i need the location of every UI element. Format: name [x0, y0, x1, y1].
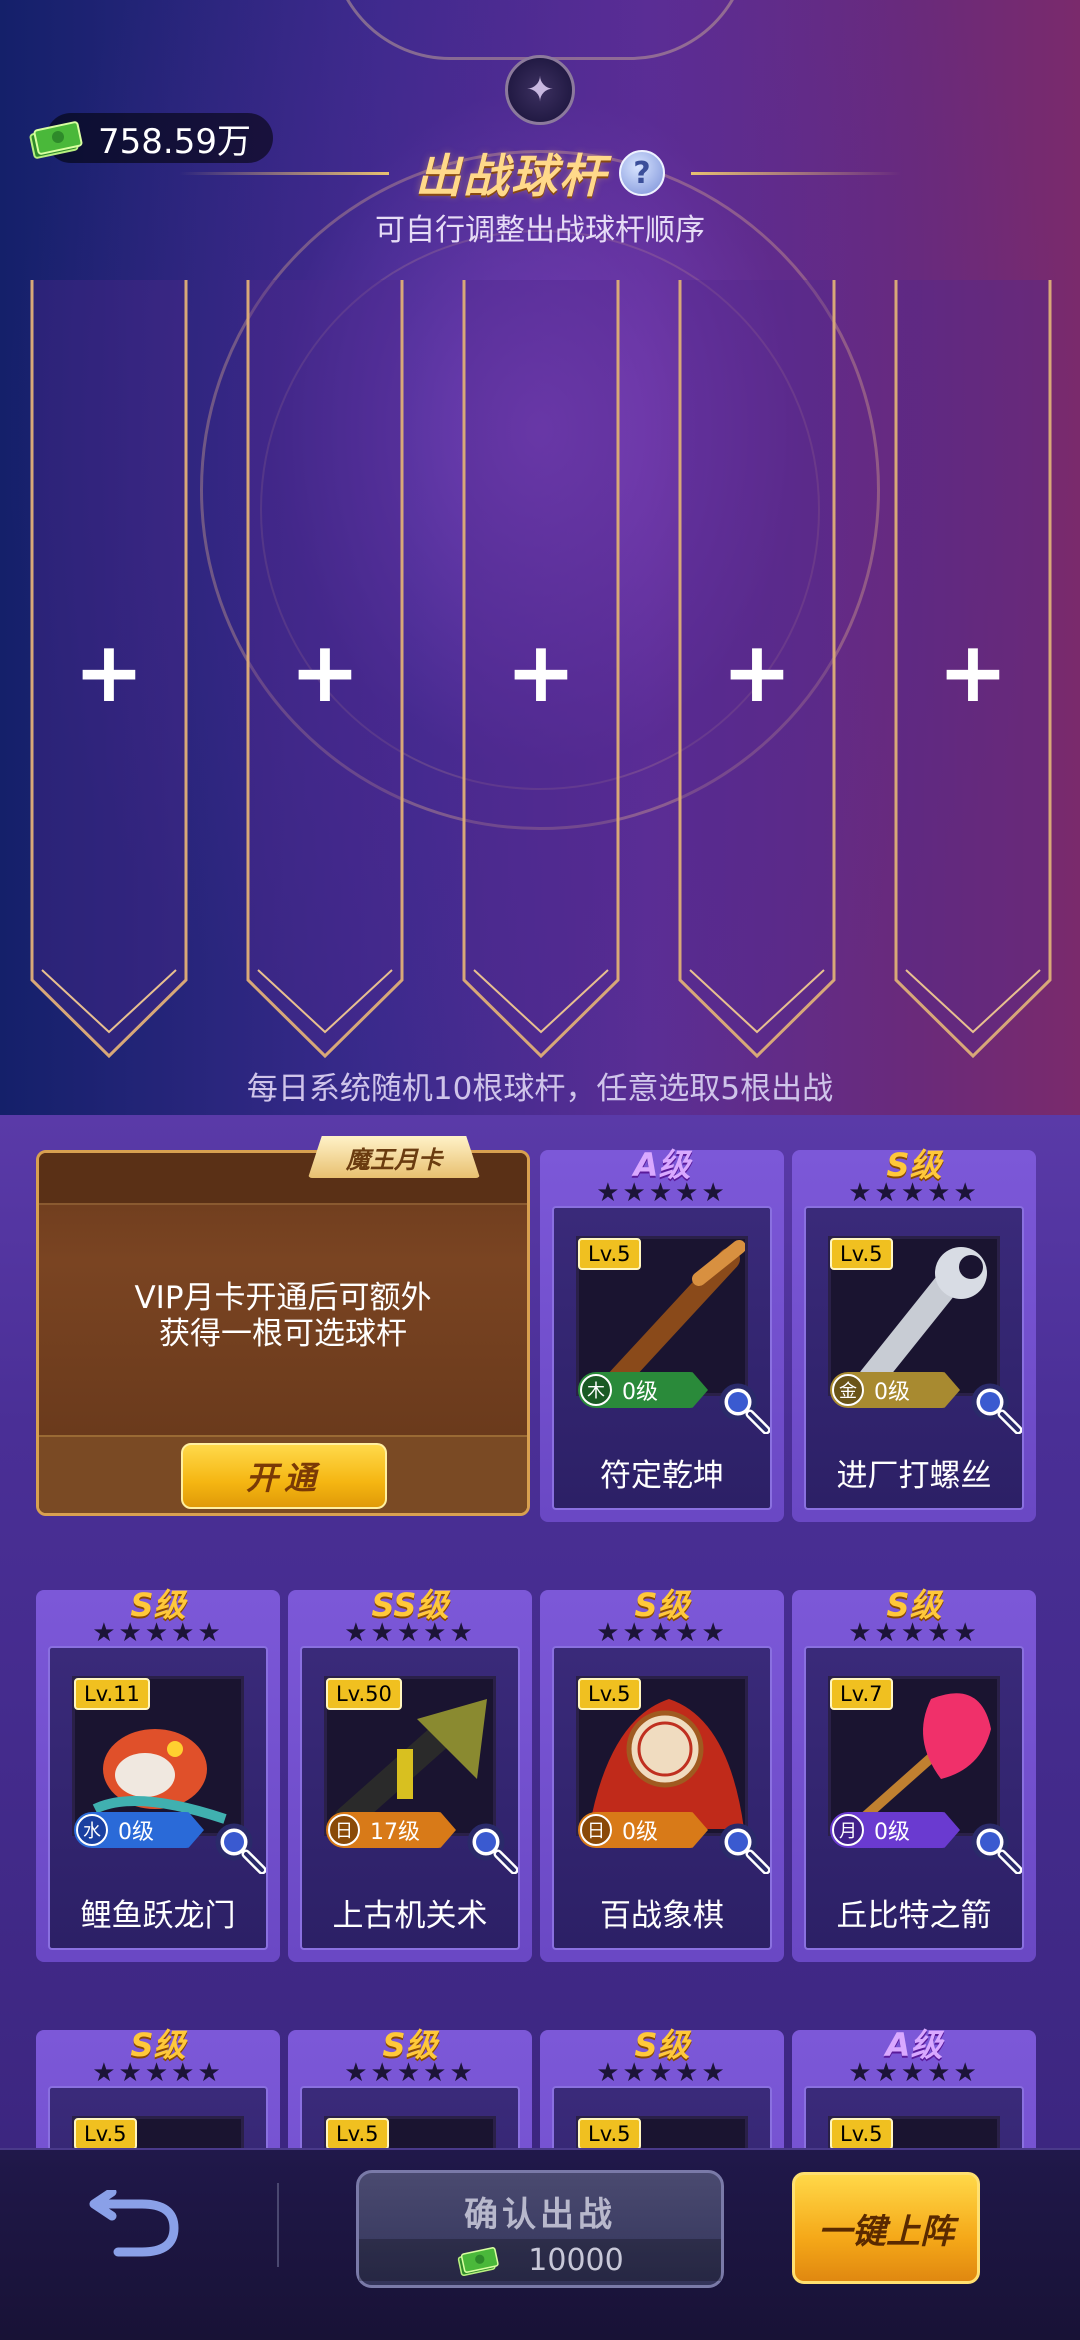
card-stars: ★★★★★: [92, 1618, 224, 1648]
card-stars: ★★★★★: [92, 2058, 224, 2088]
vip-description-line2: 获得一根可选球杆: [159, 1316, 407, 1352]
card-lv-badge: Lv.11: [74, 1678, 150, 1710]
page-title: 出战球杆: [415, 149, 607, 203]
magnify-icon[interactable]: [716, 1820, 770, 1874]
card-lv-badge: Lv.5: [74, 2118, 137, 2150]
star-emblem-icon: ✦: [505, 55, 575, 125]
cue-card[interactable]: S级 ★★★★★ Lv.11 水 0级 鲤鱼跃龙门: [36, 1586, 280, 1962]
card-lv-badge: Lv.5: [578, 1238, 641, 1270]
wood-element-icon: 木: [580, 1374, 612, 1406]
card-stars: ★★★★★: [848, 2058, 980, 2088]
cue-card[interactable]: S级 ★★★★★ Lv.5 日 0级 百战象棋: [540, 1586, 784, 1962]
cue-slot-4[interactable]: +: [676, 280, 838, 1060]
auto-deploy-button[interactable]: 一键上阵: [792, 2172, 980, 2284]
card-level-pill: 月 0级: [830, 1812, 960, 1848]
magnify-icon[interactable]: [716, 1380, 770, 1434]
card-name: 丘比特之箭: [836, 1898, 992, 1934]
card-name: 符定乾坤: [600, 1458, 724, 1494]
cue-slot-2[interactable]: +: [244, 280, 406, 1060]
help-button[interactable]: ?: [619, 150, 665, 196]
confirm-deploy-button[interactable]: 确认出战 10000: [356, 2170, 724, 2288]
card-stars: ★★★★★: [344, 2058, 476, 2088]
title-divider-right: [691, 171, 901, 175]
page-subtitle: 可自行调整出战球杆顺序: [375, 213, 705, 248]
card-lv-badge: Lv.7: [830, 1678, 893, 1710]
sun-element-icon: 日: [580, 1814, 612, 1846]
metal-element-icon: 金: [832, 1374, 864, 1406]
card-name: 进厂打螺丝: [836, 1458, 992, 1494]
magnify-icon[interactable]: [968, 1820, 1022, 1874]
card-level-pill: 水 0级: [74, 1812, 204, 1848]
card-level-pill: 木 0级: [578, 1372, 708, 1408]
selection-hint: 每日系统随机10根球杆，任意选取5根出战: [246, 1071, 834, 1107]
cue-card[interactable]: S级 ★★★★★ Lv.7 月 0级 丘比特之箭: [792, 1586, 1036, 1962]
back-arrow-icon[interactable]: [88, 2190, 184, 2260]
card-lv-badge: Lv.5: [830, 2118, 893, 2150]
sun-element-icon: 日: [328, 1814, 360, 1846]
card-lv-badge: Lv.5: [578, 2118, 641, 2150]
card-stars: ★★★★★: [596, 1178, 728, 1208]
cue-slot-3[interactable]: +: [460, 280, 622, 1060]
moon-element-icon: 月: [832, 1814, 864, 1846]
card-stars: ★★★★★: [848, 1178, 980, 1208]
water-element-icon: 水: [76, 1814, 108, 1846]
add-slot-icon: +: [937, 623, 1009, 721]
card-level: 17级: [370, 1820, 420, 1845]
magnify-icon[interactable]: [212, 1820, 266, 1874]
card-lv-badge: Lv.5: [578, 1678, 641, 1710]
card-stars: ★★★★★: [344, 1618, 476, 1648]
card-name: 上古机关术: [332, 1898, 488, 1934]
card-stars: ★★★★★: [596, 2058, 728, 2088]
cue-card[interactable]: SS级 ★★★★★ Lv.50 日 17级 上古机关术: [288, 1586, 532, 1962]
title-row: 出战球杆 ?: [0, 138, 1080, 208]
card-level: 0级: [622, 1820, 658, 1845]
bottom-divider: [277, 2183, 279, 2267]
deploy-cost: 10000: [359, 2239, 721, 2281]
add-slot-icon: +: [289, 623, 361, 721]
vip-open-button[interactable]: 开通: [181, 1443, 387, 1509]
card-level: 0级: [622, 1380, 658, 1405]
card-level: 0级: [874, 1380, 910, 1405]
cue-slot-1[interactable]: +: [28, 280, 190, 1060]
card-lv-badge: Lv.50: [326, 1678, 402, 1710]
magnify-icon[interactable]: [464, 1820, 518, 1874]
add-slot-icon: +: [721, 623, 793, 721]
cue-slot-5[interactable]: +: [892, 280, 1054, 1060]
card-name: 鲤鱼跃龙门: [80, 1898, 236, 1934]
title-divider-left: [179, 171, 389, 175]
cue-card[interactable]: A级 ★★★★★ Lv.5 木 0级 符定乾坤: [540, 1146, 784, 1522]
cue-card[interactable]: S级 ★★★★★ Lv.5 金 0级 进厂打螺丝: [792, 1146, 1036, 1522]
card-level-pill: 金 0级: [830, 1372, 960, 1408]
vip-description-line1: VIP月卡开通后可额外: [134, 1280, 432, 1316]
add-slot-icon: +: [505, 623, 577, 721]
confirm-deploy-label: 确认出战: [464, 2195, 616, 2235]
vip-description: VIP月卡开通后可额外 获得一根可选球杆: [36, 1280, 530, 1352]
deploy-cost-value: 10000: [528, 2242, 624, 2278]
magnify-icon[interactable]: [968, 1380, 1022, 1434]
cash-icon: [458, 2247, 499, 2277]
card-stars: ★★★★★: [596, 1618, 728, 1648]
card-level: 0级: [874, 1820, 910, 1845]
card-name: 百战象棋: [600, 1898, 724, 1934]
card-lv-badge: Lv.5: [326, 2118, 389, 2150]
card-level: 0级: [118, 1820, 154, 1845]
add-slot-icon: +: [73, 623, 145, 721]
card-lv-badge: Lv.5: [830, 1238, 893, 1270]
card-level-pill: 日 0级: [578, 1812, 708, 1848]
vip-tag: 魔王月卡: [308, 1136, 480, 1178]
card-level-pill: 日 17级: [326, 1812, 456, 1848]
card-stars: ★★★★★: [848, 1618, 980, 1648]
cash-icon: [29, 121, 83, 159]
